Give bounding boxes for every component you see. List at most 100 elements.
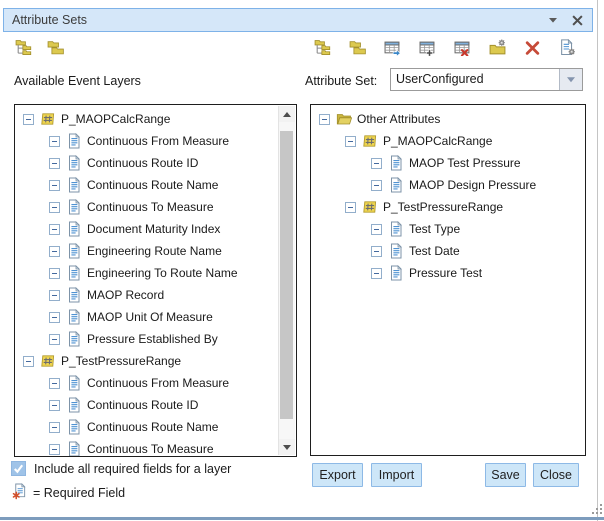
tree-item[interactable]: Continuous To Measure <box>15 196 279 218</box>
expand-all-layers-button[interactable] <box>14 41 32 59</box>
attribute-set-label: Attribute Set: <box>305 74 377 88</box>
triangle-down-icon <box>283 445 291 450</box>
collapse-box[interactable] <box>49 268 60 279</box>
collapse-box[interactable] <box>371 246 382 257</box>
tree-item-label: Test Type <box>409 222 460 236</box>
collapse-box[interactable] <box>49 312 60 323</box>
collapse-box[interactable] <box>319 114 330 125</box>
delete-attribute-set-button[interactable] <box>523 41 541 59</box>
tree-item[interactable]: Continuous From Measure <box>15 130 279 152</box>
collapse-box[interactable] <box>49 158 60 169</box>
collapse-box[interactable] <box>49 378 60 389</box>
collapse-box[interactable] <box>49 422 60 433</box>
collapse-box[interactable] <box>371 224 382 235</box>
scrollbar-thumb[interactable] <box>280 131 293 419</box>
tree-item[interactable]: Engineering To Route Name <box>15 262 279 284</box>
tree-item[interactable]: P_MAOPCalcRange <box>15 108 279 130</box>
dropdown-arrow-button[interactable] <box>559 69 582 90</box>
tree-item-label: Continuous To Measure <box>87 442 214 456</box>
attribute-set-value[interactable]: UserConfigured <box>391 69 559 90</box>
collapse-box[interactable] <box>49 202 60 213</box>
tree-item[interactable]: Continuous Route ID <box>15 152 279 174</box>
collapse-box[interactable] <box>49 246 60 257</box>
tree-item[interactable]: Continuous Route Name <box>15 416 279 438</box>
export-button[interactable]: Export <box>312 463 363 487</box>
save-button[interactable]: Save <box>485 463 526 487</box>
tree-item[interactable]: Other Attributes <box>311 108 585 130</box>
scroll-down-button[interactable] <box>279 439 295 455</box>
tree-item[interactable]: Pressure Test <box>311 262 585 284</box>
folder-new-icon <box>489 39 506 61</box>
collapse-box[interactable] <box>371 180 382 191</box>
tree-item[interactable]: Test Date <box>311 240 585 262</box>
close-icon <box>572 15 583 26</box>
doc-icon <box>66 155 82 171</box>
tree-item[interactable]: Document Maturity Index <box>15 218 279 240</box>
doc-icon <box>66 287 82 303</box>
import-button[interactable]: Import <box>371 463 422 487</box>
include-required-fields-checkbox[interactable] <box>11 461 26 476</box>
collapse-box[interactable] <box>345 136 356 147</box>
collapse-all-layers-button[interactable] <box>46 41 64 59</box>
tree-item[interactable]: Continuous Route ID <box>15 394 279 416</box>
attribute-sets-dialog: Attribute Sets Available Event Layers At… <box>0 0 604 521</box>
attribute-set-dropdown[interactable]: UserConfigured <box>390 68 583 91</box>
collapse-box[interactable] <box>49 444 60 455</box>
new-attribute-set-button[interactable] <box>488 41 506 59</box>
required-field-icon <box>12 483 27 500</box>
tree-item[interactable]: P_TestPressureRange <box>15 350 279 372</box>
collapse-box[interactable] <box>49 290 60 301</box>
chevron-down-icon <box>566 76 576 83</box>
collapse-box[interactable] <box>371 268 382 279</box>
collapse-box[interactable] <box>49 400 60 411</box>
table-open-icon <box>384 39 401 61</box>
open-table-button[interactable] <box>383 41 401 59</box>
tree-item[interactable]: P_MAOPCalcRange <box>311 130 585 152</box>
collapse-box[interactable] <box>49 224 60 235</box>
triangle-up-icon <box>283 112 291 117</box>
delete-x-icon <box>524 39 541 61</box>
collapse-box[interactable] <box>49 136 60 147</box>
tree-item-label: Other Attributes <box>357 112 440 126</box>
collapse-box[interactable] <box>345 202 356 213</box>
collapse-box[interactable] <box>23 356 34 367</box>
dock-menu-button[interactable] <box>546 13 560 27</box>
available-event-layers-label: Available Event Layers <box>14 74 141 88</box>
collapse-box[interactable] <box>49 334 60 345</box>
attribute-set-properties-button[interactable] <box>558 41 576 59</box>
tree-item[interactable]: Continuous From Measure <box>15 372 279 394</box>
tree-item[interactable]: MAOP Record <box>15 284 279 306</box>
layer-icon <box>362 133 378 149</box>
tree-item-label: Continuous To Measure <box>87 200 214 214</box>
tree-item-label: MAOP Record <box>87 288 164 302</box>
vertical-scrollbar[interactable] <box>278 106 295 455</box>
tree-item[interactable]: Pressure Established By <box>15 328 279 350</box>
collapse-box[interactable] <box>371 158 382 169</box>
tree-item[interactable]: Continuous Route Name <box>15 174 279 196</box>
folders-icon <box>349 39 366 61</box>
collapse-box[interactable] <box>23 114 34 125</box>
tree-item[interactable]: Engineering Route Name <box>15 240 279 262</box>
collapse-box[interactable] <box>49 180 60 191</box>
resize-grip[interactable] <box>590 502 604 516</box>
tree-item-label: MAOP Unit Of Measure <box>87 310 213 324</box>
chevron-down-icon <box>548 16 558 24</box>
resize-grip-icon <box>590 502 604 516</box>
close-button[interactable] <box>570 13 584 27</box>
remove-table-button[interactable] <box>453 41 471 59</box>
tree-item[interactable]: MAOP Test Pressure <box>311 152 585 174</box>
doc-gear-icon <box>559 39 576 61</box>
tree-item[interactable]: P_TestPressureRange <box>311 196 585 218</box>
tree-item[interactable]: Test Type <box>311 218 585 240</box>
tree-item[interactable]: MAOP Unit Of Measure <box>15 306 279 328</box>
expand-all-attributes-button[interactable] <box>313 41 331 59</box>
scroll-up-button[interactable] <box>279 106 295 122</box>
layer-icon <box>40 353 56 369</box>
required-field-legend: = Required Field <box>33 486 125 500</box>
tree-item[interactable]: Continuous To Measure <box>15 438 279 456</box>
tree-item[interactable]: MAOP Design Pressure <box>311 174 585 196</box>
attribute-set-panel: Other Attributes P_MAOPCalcRangeMAOP Test… <box>310 104 586 456</box>
collapse-all-attributes-button[interactable] <box>348 41 366 59</box>
add-table-button[interactable] <box>418 41 436 59</box>
close-dialog-button[interactable]: Close <box>533 463 579 487</box>
